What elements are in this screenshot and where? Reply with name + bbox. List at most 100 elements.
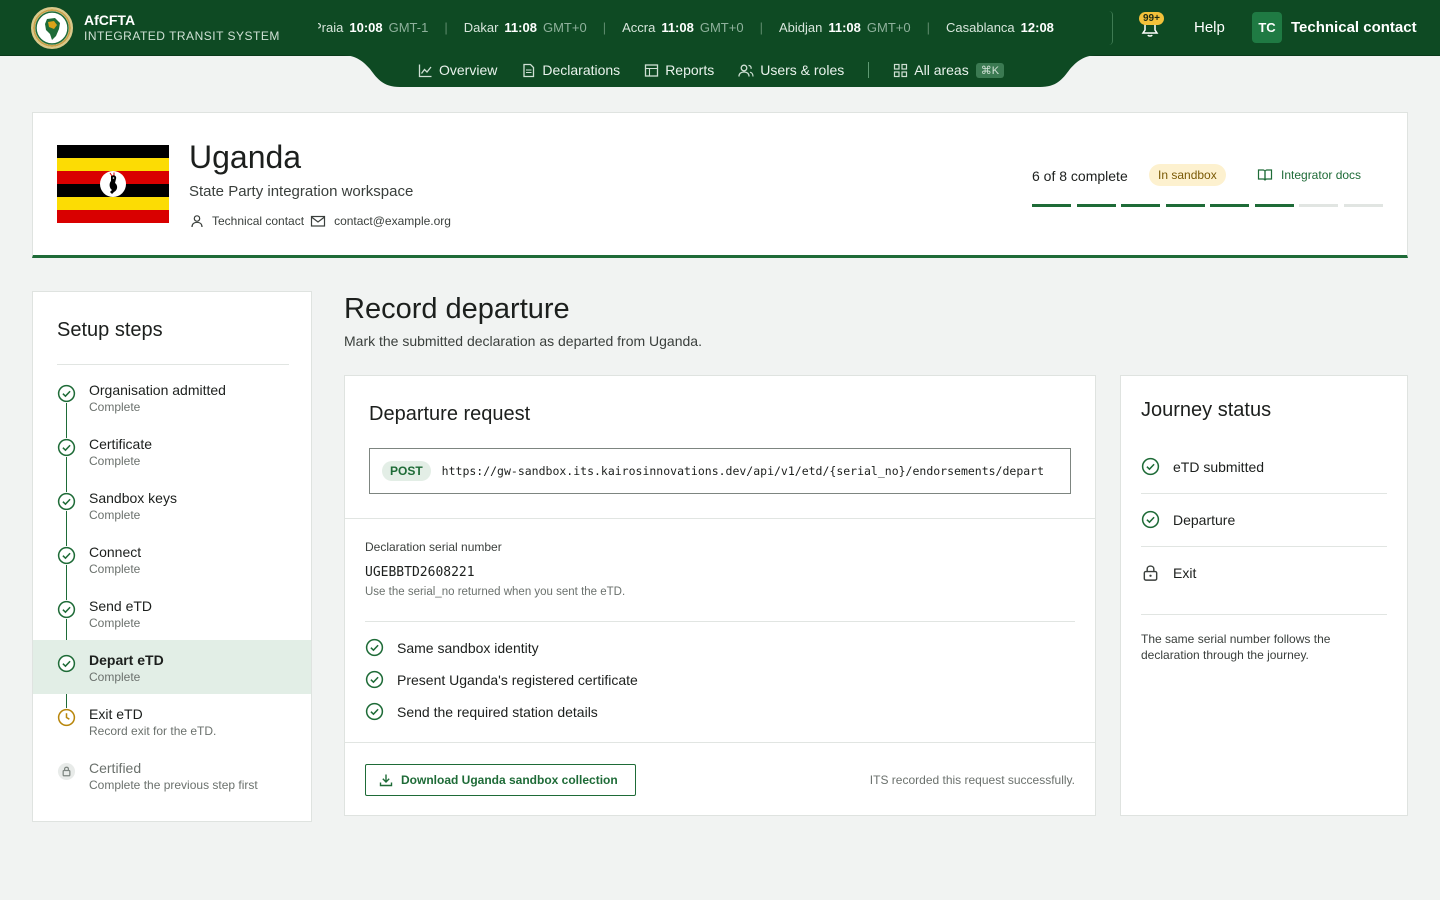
check-circle-icon <box>365 670 384 689</box>
step-state: Record exit for the eTD. <box>89 724 217 738</box>
requirement-text: Present Uganda's registered certificate <box>397 671 638 688</box>
step-status <box>57 654 76 673</box>
nav-label: Users & roles <box>760 62 845 78</box>
clock-city: Accra <box>622 20 656 35</box>
clock-time: 12:08 <box>1020 20 1054 35</box>
check-circle-icon <box>365 702 384 721</box>
http-method-badge: POST <box>382 461 431 481</box>
top-bar: AfCFTA INTEGRATED TRANSIT SYSTEM Praia 1… <box>0 0 1440 56</box>
page-subtitle: Mark the submitted declaration as depart… <box>344 333 702 349</box>
step-state: Complete <box>89 670 141 684</box>
divider <box>345 518 1095 519</box>
check-circle-icon <box>57 600 76 619</box>
lock-icon <box>1143 565 1158 581</box>
clock-time: 11:08 <box>504 20 537 35</box>
setup-steps-sidebar: Setup steps Organisation admitted Complet… <box>32 291 312 822</box>
endpoint-url[interactable]: https://gw-sandbox.its.kairosinnovations… <box>442 464 1044 478</box>
clock-praia: Praia 10:08 GMT-1 <box>318 20 428 35</box>
clock-separator: | <box>926 20 930 35</box>
world-clocks: Praia 10:08 GMT-1 | Dakar 11:08 GMT+0 | … <box>318 11 1113 45</box>
avatar[interactable]: TC <box>1252 12 1282 43</box>
check-circle-icon <box>1141 510 1160 529</box>
journey-title: Journey status <box>1141 399 1272 421</box>
setup-step[interactable]: Depart eTD Complete <box>33 640 311 694</box>
brand-subtitle: INTEGRATED TRANSIT SYSTEM <box>84 29 280 43</box>
download-collection-button[interactable]: Download Uganda sandbox collection <box>365 764 636 796</box>
setup-step[interactable]: Connect Complete <box>33 532 311 586</box>
clock-casablanca: Casablanca 12:08 <box>946 20 1060 35</box>
nav-reports[interactable]: Reports <box>644 62 714 78</box>
progress-segment <box>1032 204 1071 207</box>
nav-all-areas[interactable]: All areas ⌘K <box>893 62 1005 78</box>
request-status-message: ITS recorded this request successfully. <box>869 773 1075 787</box>
shortcut-hint: ⌘K <box>975 62 1005 78</box>
user-menu[interactable]: Technical contact <box>1291 19 1417 36</box>
clock-time: 11:08 <box>661 20 694 35</box>
grid-icon <box>894 63 908 77</box>
page-title: Record departure <box>344 293 570 325</box>
journey-item: Exit <box>1141 546 1387 599</box>
clock-gmt: GMT+0 <box>542 20 587 35</box>
help-link[interactable]: Help <box>1194 19 1225 36</box>
journey-status-card: Journey status eTD submitted Departure Exi… <box>1120 375 1408 816</box>
divider <box>345 742 1095 743</box>
check-circle-icon <box>57 546 76 565</box>
clock-abidjan: Abidjan 11:08 GMT+0 <box>779 20 911 35</box>
person-icon <box>191 215 203 228</box>
check-circle-icon <box>57 438 76 457</box>
endpoint-box[interactable]: POST https://gw-sandbox.its.kairosinnova… <box>369 448 1071 494</box>
step-name: Organisation admitted <box>89 382 226 398</box>
setup-step[interactable]: Send eTD Complete <box>33 586 311 640</box>
serial-number-value[interactable]: UGEBBTD2608221 <box>365 565 475 580</box>
requirement-text: Send the required station details <box>397 703 598 720</box>
departure-request-card: Departure request POST https://gw-sandbo… <box>344 375 1096 816</box>
subnav: Overview Declarations Reports Users & ro… <box>418 62 1028 78</box>
progress-segment <box>1165 204 1205 207</box>
clock-city: Abidjan <box>778 20 823 35</box>
sandbox-status-badge: In sandbox <box>1149 164 1226 186</box>
download-label: Download Uganda sandbox collection <box>401 773 618 787</box>
nav-label: All areas <box>914 62 969 78</box>
docs-label: Integrator docs <box>1281 168 1362 182</box>
integrator-docs-link[interactable]: Integrator docs <box>1257 168 1361 182</box>
contact-name: Technical contact <box>212 214 305 228</box>
step-state: Complete the previous step first <box>89 778 258 792</box>
journey-item: Departure <box>1141 493 1387 546</box>
step-name: Send eTD <box>89 598 153 614</box>
progress-segment <box>1076 204 1116 207</box>
sidebar-title: Setup steps <box>57 319 163 341</box>
journey-item: eTD submitted <box>1141 440 1387 493</box>
serial-number-label: Declaration serial number <box>365 540 502 554</box>
clock-gmt: GMT-1 <box>388 20 429 35</box>
contact-row: Technical contact contact@example.org <box>190 214 451 228</box>
setup-step[interactable]: Exit eTD Record exit for the eTD. <box>33 694 311 748</box>
notifications-badge: 99+ <box>1139 12 1164 25</box>
setup-step[interactable]: Organisation admitted Complete <box>33 370 311 424</box>
step-status <box>57 492 76 511</box>
setup-step[interactable]: Certificate Complete <box>33 424 311 478</box>
step-name: Depart eTD <box>89 652 164 668</box>
step-status <box>57 546 76 565</box>
clock-icon <box>57 708 76 727</box>
step-state: Complete <box>89 616 141 630</box>
check-circle-icon <box>1141 457 1160 476</box>
step-state: Complete <box>89 454 141 468</box>
progress-segment <box>1254 204 1294 207</box>
check-circle-icon <box>57 384 76 403</box>
setup-step[interactable]: Sandbox keys Complete <box>33 478 311 532</box>
nav-label: Declarations <box>542 62 621 78</box>
check-circle-icon <box>57 492 76 511</box>
clock-time: 10:08 <box>349 20 383 35</box>
requirement-item: Present Uganda's registered certificate <box>365 670 638 689</box>
chart-line-icon <box>418 64 432 77</box>
nav-declarations[interactable]: Declarations <box>521 62 620 78</box>
afcfta-logo[interactable] <box>31 7 73 49</box>
nav-overview[interactable]: Overview <box>418 62 497 78</box>
nav-users-roles[interactable]: Users & roles <box>738 62 844 78</box>
clock-gmt: GMT+0 <box>866 20 911 35</box>
country-name: Uganda <box>189 139 302 175</box>
journey-item-label: eTD submitted <box>1173 458 1265 475</box>
clock-separator: | <box>444 20 448 35</box>
step-name: Exit eTD <box>89 706 143 722</box>
contact-email[interactable]: contact@example.org <box>334 214 451 228</box>
